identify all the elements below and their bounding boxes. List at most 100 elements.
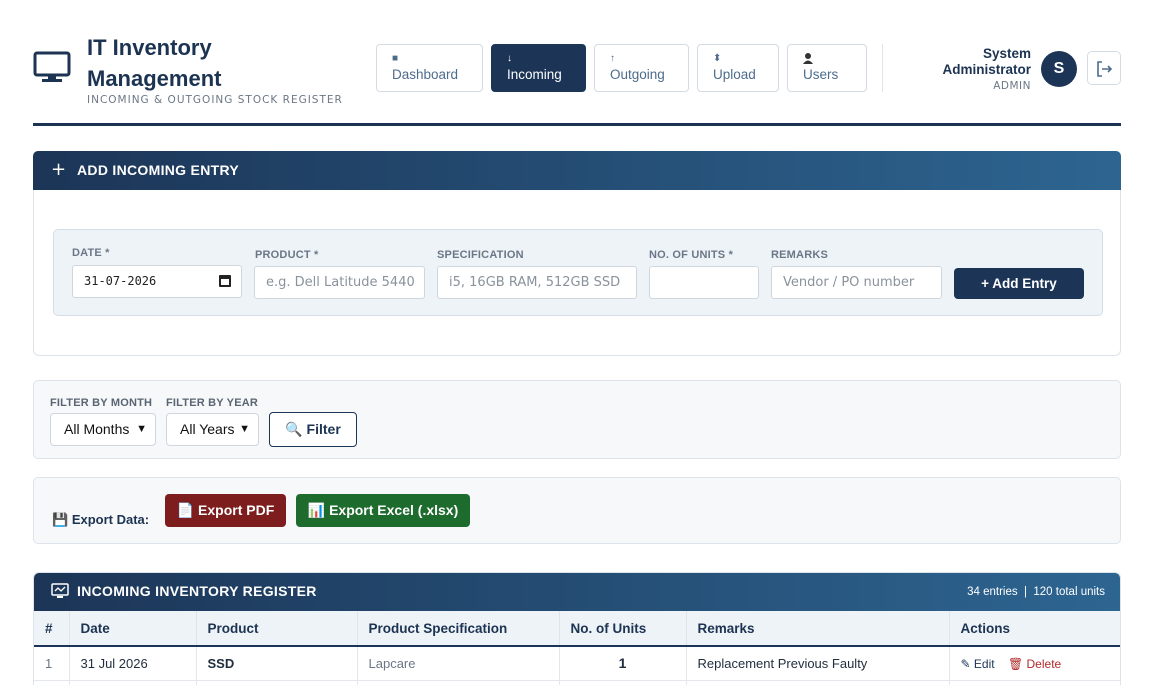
user-name: System Administrator <box>942 46 1031 77</box>
row-product <box>196 680 358 685</box>
register-header: INCOMING INVENTORY REGISTER 34 entries |… <box>34 573 1120 611</box>
row-spec <box>357 680 560 685</box>
user-icon <box>803 53 851 67</box>
nav-incoming[interactable]: ↓ Incoming <box>491 44 586 92</box>
add-entry-panel: + ADD INCOMING ENTRY DATE * 31-07-2026 P… <box>33 151 1121 356</box>
chevron-down-icon: ▼ <box>239 423 250 435</box>
nav-upload[interactable]: ⬍ Upload <box>697 44 779 92</box>
row-remarks <box>686 680 950 685</box>
chart-icon: 📊 <box>307 502 326 518</box>
arrow-up-icon: ↑ <box>610 53 615 64</box>
units-label: NO. OF UNITS * <box>649 249 734 261</box>
month-value: All Months <box>64 421 130 437</box>
year-select[interactable]: All Years ▼ <box>166 413 259 446</box>
year-label: FILTER BY YEAR <box>166 397 259 409</box>
entries-count: 34 entries <box>967 586 1018 598</box>
add-entry-title: ADD INCOMING ENTRY <box>77 162 239 178</box>
register-title: INCOMING INVENTORY REGISTER <box>77 583 317 599</box>
filter-button[interactable]: 🔍 Filter <box>269 412 357 447</box>
edit-button[interactable]: ✎ Edit <box>961 657 998 671</box>
monitor-icon <box>33 51 71 82</box>
add-entry-header: + ADD INCOMING ENTRY <box>33 151 1121 190</box>
table-header-row: # Date Product Product Specification No.… <box>34 611 1120 647</box>
col-actions: Actions <box>949 611 1120 647</box>
date-input[interactable]: 31-07-2026 <box>72 265 242 298</box>
remarks-input[interactable]: Vendor / PO number <box>771 266 942 299</box>
delete-button[interactable]: 🗑 Delete <box>1008 657 1061 671</box>
nav-dashboard[interactable]: ■ Dashboard <box>376 44 483 92</box>
row-date <box>69 680 197 685</box>
spec-input[interactable]: i5, 16GB RAM, 512GB SSD <box>437 266 637 299</box>
register-panel: INCOMING INVENTORY REGISTER 34 entries |… <box>33 572 1121 685</box>
floppy-icon: 💾 <box>52 512 69 527</box>
product-label: PRODUCT * <box>255 249 319 261</box>
row-actions: ✎ Edit 🗑 Delete <box>949 646 1120 681</box>
export-label: Export Data: <box>71 512 150 527</box>
export-pdf-button[interactable]: 📄 Export PDF <box>165 494 286 527</box>
edit-label: Edit <box>973 656 995 671</box>
year-value: All Years <box>180 421 235 437</box>
register-table: # Date Product Product Specification No.… <box>34 611 1120 685</box>
export-panel: 💾 Export Data: 📄 Export PDF 📊 Export Exc… <box>33 477 1121 544</box>
row-units: 1 <box>559 646 687 681</box>
search-icon: 🔍 <box>285 421 303 437</box>
logout-button[interactable] <box>1087 51 1121 85</box>
row-num: 1 <box>34 646 70 681</box>
delete-label: Delete <box>1026 656 1062 671</box>
app-title: IT Inventory Management <box>87 35 222 91</box>
plus-icon: + <box>51 159 67 180</box>
nav-label: Users <box>803 67 839 82</box>
total-units: 120 total units <box>1033 586 1105 598</box>
calendar-icon[interactable] <box>219 275 231 287</box>
units-input[interactable] <box>649 266 759 299</box>
col-product[interactable]: Product <box>196 611 358 647</box>
table-row <box>34 680 1120 685</box>
nav-outgoing[interactable]: ↑ Outgoing <box>594 44 689 92</box>
export-pdf-label: Export PDF <box>198 502 275 518</box>
month-select[interactable]: All Months ▼ <box>50 413 156 446</box>
export-label-wrap: 💾 Export Data: <box>52 512 149 528</box>
col-spec[interactable]: Product Specification <box>357 611 560 647</box>
document-icon: 📄 <box>176 502 195 518</box>
user-role: ADMIN <box>993 80 1031 92</box>
nav-users[interactable]: Users <box>787 44 867 92</box>
app-subtitle: INCOMING & OUTGOING STOCK REGISTER <box>87 94 343 106</box>
main-nav: ■ Dashboard ↓ Incoming ↑ Outgoing ⬍ Uplo… <box>376 44 867 92</box>
nav-label: Outgoing <box>610 67 665 82</box>
square-icon: ■ <box>392 53 399 64</box>
spec-label: SPECIFICATION <box>437 249 524 261</box>
filter-panel: FILTER BY MONTH All Months ▼ FILTER BY Y… <box>33 380 1121 459</box>
nav-label: Dashboard <box>392 67 459 82</box>
export-excel-button[interactable]: 📊 Export Excel (.xlsx) <box>296 494 470 527</box>
nav-divider <box>882 44 883 92</box>
row-spec: Lapcare <box>357 646 560 681</box>
col-units[interactable]: No. of Units <box>559 611 687 647</box>
trash-icon: 🗑 <box>1007 656 1024 671</box>
nav-label: Upload <box>713 67 756 82</box>
date-label: DATE * <box>72 247 110 259</box>
chevron-down-icon: ▼ <box>136 423 147 435</box>
product-input[interactable]: e.g. Dell Latitude 5440 <box>254 266 425 299</box>
app-header: IT Inventory Management INCOMING & OUTGO… <box>33 30 1121 126</box>
arrow-updown-icon: ⬍ <box>713 53 722 64</box>
monitor-chart-icon <box>51 583 69 598</box>
month-label: FILTER BY MONTH <box>50 397 153 409</box>
avatar[interactable]: S <box>1041 51 1077 87</box>
remarks-label: REMARKS <box>771 249 829 261</box>
row-num <box>34 680 70 685</box>
logout-icon <box>1097 61 1113 77</box>
register-stats: 34 entries | 120 total units <box>967 586 1105 598</box>
export-excel-label: Export Excel (.xlsx) <box>329 502 459 518</box>
col-date[interactable]: Date <box>69 611 197 647</box>
date-value: 31-07-2026 <box>84 274 157 288</box>
pencil-icon: ✎ <box>960 656 971 671</box>
col-remarks[interactable]: Remarks <box>686 611 950 647</box>
row-date: 31 Jul 2026 <box>69 646 197 681</box>
row-units <box>559 680 687 685</box>
col-num[interactable]: # <box>34 611 70 647</box>
row-actions <box>949 680 1120 685</box>
table-row: 1 31 Jul 2026 SSD Lapcare 1 Replacement … <box>34 646 1120 681</box>
add-entry-button[interactable]: + Add Entry <box>954 268 1084 299</box>
add-entry-form: DATE * 31-07-2026 PRODUCT * e.g. Dell La… <box>53 229 1103 316</box>
arrow-down-icon: ↓ <box>507 53 512 64</box>
